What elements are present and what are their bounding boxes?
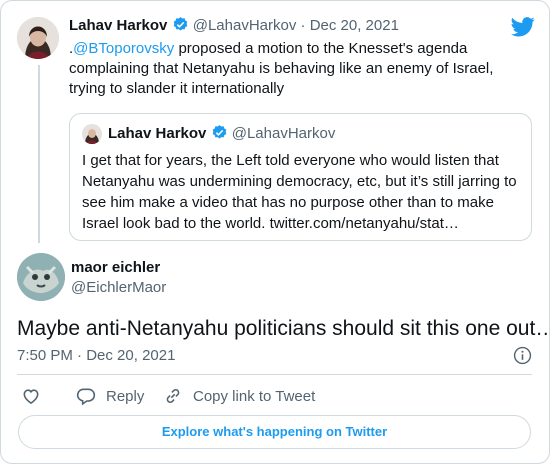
mention-link[interactable]: @BToporovsky [73,40,174,57]
link-icon [166,389,180,403]
reply-to-avatar[interactable] [17,17,59,59]
reply-to-text: .@BToporovsky proposed a motion to the K… [69,39,493,99]
tweet-timestamp[interactable]: 7:50 PM · Dec 20, 2021 [17,346,175,366]
info-icon[interactable] [513,346,532,365]
quoted-text-line: Israel look bad to the world. twitter.co… [82,215,459,232]
like-button[interactable] [21,386,76,406]
reply-bubble-icon [76,388,96,406]
reply-to-date[interactable]: Dec 20, 2021 [310,17,399,34]
quoted-tweet[interactable]: Lahav Harkov @LahavHarkov I get that for… [69,113,532,241]
reply-label: Reply [106,387,145,405]
verified-badge-icon [173,17,187,31]
separator-dot: · [300,17,306,34]
quoted-author-handle: @LahavHarkov [231,125,336,142]
quoted-avatar [82,124,102,144]
reply-to-text-line3: trying to slander it internationally [69,80,285,97]
quoted-text: I get that for years, the Left told ever… [82,150,517,234]
separator-dot: · [77,347,83,364]
explore-button[interactable]: Explore what's happening on Twitter [18,415,531,449]
twitter-bird-icon[interactable] [511,17,535,37]
reply-to-header: Lahav Harkov @LahavHarkov · Dec 20, 2021 [69,16,399,36]
reply-to-author-handle[interactable]: @LahavHarkov [193,17,297,34]
quoted-header: Lahav Harkov @LahavHarkov [108,124,335,144]
action-bar: Reply Copy link to Tweet [21,386,315,406]
thread-line [38,65,40,243]
tweet-embed-card: Lahav Harkov @LahavHarkov · Dec 20, 2021… [0,0,550,464]
verified-badge-icon [212,125,226,139]
quoted-text-line: Netanyahu was undermining democracy, etc… [82,173,517,190]
author-handle[interactable]: @EichlerMaor [71,278,166,298]
tweet-date[interactable]: Dec 20, 2021 [86,347,175,364]
reply-to-text-line2: complaining that Netanyahu is behaving l… [69,60,494,77]
author-name[interactable]: maor eichler [71,258,160,278]
quoted-text-line: see him make a video that has no purpose… [82,194,494,211]
copy-link-label: Copy link to Tweet [193,387,316,405]
copy-link-button[interactable]: Copy link to Tweet [163,386,315,406]
heart-icon [23,389,39,405]
quoted-author-name: Lahav Harkov [108,125,207,142]
quoted-text-line: I get that for years, the Left told ever… [82,152,499,169]
reply-button[interactable]: Reply [76,386,163,406]
tweet-time[interactable]: 7:50 PM [17,347,73,364]
reply-to-text-line1: proposed a motion to the Knesset's agend… [174,40,468,57]
author-avatar[interactable] [17,253,65,301]
divider [17,374,532,375]
reply-to-author-name[interactable]: Lahav Harkov [69,17,167,34]
tweet-text: Maybe anti-Netanyahu politicians should … [17,317,550,340]
